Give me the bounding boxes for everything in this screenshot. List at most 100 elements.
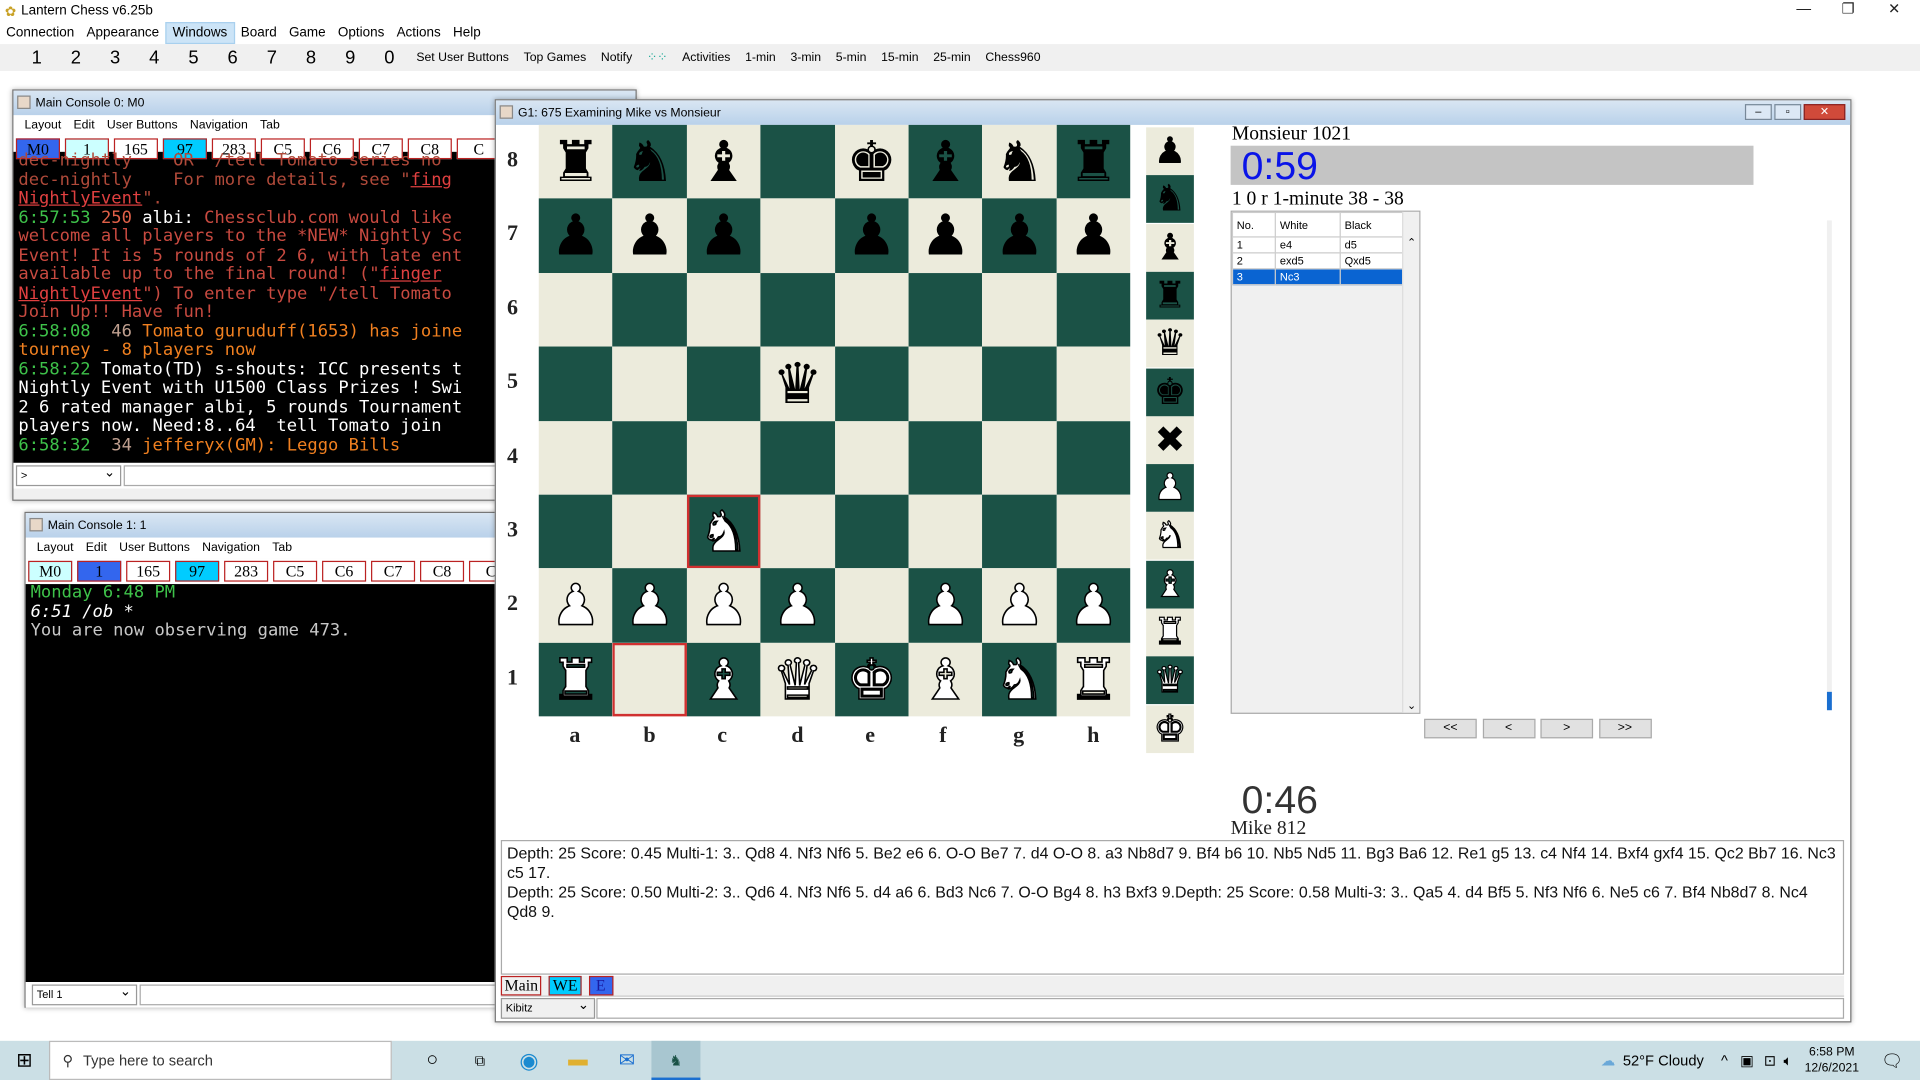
square-e5[interactable] (834, 346, 909, 421)
square-d1[interactable]: ♛ (760, 642, 835, 717)
palette-p[interactable]: ♟ (1146, 127, 1194, 176)
column-header[interactable]: Black (1339, 211, 1404, 238)
console-menu-user-buttons[interactable]: User Buttons (113, 541, 196, 554)
menu-actions[interactable]: Actions (390, 23, 446, 43)
console-menu-user-buttons[interactable]: User Buttons (101, 119, 184, 132)
black-piece-icon[interactable]: ♟ (698, 203, 749, 269)
black-piece-icon[interactable]: ♟ (994, 203, 1045, 269)
square-b3[interactable] (612, 494, 687, 569)
console-tab[interactable]: C8 (420, 560, 465, 582)
console-menu-navigation[interactable]: Navigation (184, 119, 254, 132)
square-a1[interactable]: ♜ (538, 642, 613, 717)
meet-now-icon[interactable]: ▣ (1740, 1052, 1754, 1069)
square-f7[interactable]: ♟ (908, 198, 983, 273)
white-piece-icon[interactable]: ♝ (698, 645, 750, 713)
cortana-icon[interactable]: ○ (409, 1049, 456, 1071)
last-move-button[interactable]: >> (1598, 718, 1652, 739)
square-b1[interactable] (612, 642, 687, 717)
menu-appearance[interactable]: Appearance (80, 23, 165, 43)
square-a6[interactable] (538, 272, 613, 347)
console-tab[interactable]: C5 (273, 560, 318, 582)
move-cell[interactable]: 3 (1231, 268, 1277, 286)
square-g3[interactable] (982, 494, 1057, 569)
square-e1[interactable]: ♚ (834, 642, 909, 717)
square-e7[interactable]: ♟ (834, 198, 909, 273)
palette-Q[interactable]: ♛ (1146, 656, 1194, 705)
square-g4[interactable] (982, 420, 1057, 495)
console-tab[interactable]: C7 (371, 560, 416, 582)
console-link[interactable]: NightlyEvent (18, 283, 142, 303)
palette-k[interactable]: ♚ (1146, 367, 1194, 416)
move-cell[interactable]: Qxd5 (1339, 252, 1404, 270)
console-menu-navigation[interactable]: Navigation (196, 541, 266, 554)
square-d2[interactable]: ♟ (760, 568, 835, 643)
console-link[interactable]: NightlyEvent (18, 189, 142, 209)
windows-start-icon[interactable]: ⊞ (0, 1048, 49, 1072)
move-list-scrollbar[interactable]: ⌃ ⌄ (1402, 211, 1420, 713)
column-header[interactable]: White (1274, 211, 1341, 238)
square-e8[interactable]: ♚ (834, 124, 909, 199)
square-c2[interactable]: ♟ (686, 568, 761, 643)
white-piece-icon[interactable]: ♝ (919, 645, 971, 713)
palette-K[interactable]: ♚ (1146, 704, 1194, 753)
black-piece-icon[interactable]: ♝ (698, 129, 749, 195)
kibitz-input[interactable] (596, 997, 1845, 1019)
white-piece-icon[interactable]: ♞ (993, 645, 1045, 713)
square-h8[interactable]: ♜ (1056, 124, 1131, 199)
console-menu-layout[interactable]: Layout (31, 541, 80, 554)
square-a2[interactable]: ♟ (538, 568, 613, 643)
black-piece-icon[interactable]: ♟ (1068, 203, 1119, 269)
first-move-button[interactable]: << (1424, 718, 1477, 739)
volume-icon[interactable]: 🔈︎ (1784, 1051, 1793, 1069)
console-tab[interactable]: 1 (77, 560, 122, 582)
move-cell[interactable]: 1 (1231, 236, 1277, 254)
square-g8[interactable]: ♞ (982, 124, 1057, 199)
square-c6[interactable] (686, 272, 761, 347)
square-h5[interactable] (1056, 346, 1131, 421)
user-button-0[interactable]: 0 (370, 47, 409, 68)
move-list[interactable]: No. White Black 1 e4 d5 2 exd5 Qxd5 3 Nc3 ⌃ ⌄ (1230, 210, 1421, 714)
square-g6[interactable] (982, 272, 1057, 347)
mail-icon[interactable]: ✉ (602, 1048, 651, 1072)
scroll-down-icon[interactable]: ⌄ (1407, 699, 1416, 712)
taskbar-search[interactable]: ⚲ Type here to search (48, 1040, 392, 1080)
console-menu-edit[interactable]: Edit (67, 119, 100, 132)
maximize-button[interactable]: ❐ (1842, 0, 1855, 17)
user-button-7[interactable]: 7 (252, 47, 291, 68)
square-h2[interactable]: ♟ (1056, 568, 1131, 643)
lantern-chess-taskbar-icon[interactable]: ♞ (651, 1040, 701, 1080)
square-f1[interactable]: ♝ (908, 642, 983, 717)
game-close-button[interactable]: ✕ (1803, 104, 1846, 121)
notifications-icon[interactable]: 🗨︎ (1881, 1050, 1903, 1071)
move-cell[interactable]: exd5 (1274, 252, 1341, 270)
square-f4[interactable] (908, 420, 983, 495)
console-tab[interactable]: M0 (28, 560, 73, 582)
menu-board[interactable]: Board (235, 23, 283, 43)
square-c8[interactable]: ♝ (686, 124, 761, 199)
black-piece-icon[interactable]: ♜ (1068, 129, 1119, 195)
square-g1[interactable]: ♞ (982, 642, 1057, 717)
move-cell[interactable]: e4 (1274, 236, 1341, 254)
user-button-1[interactable]: 1 (17, 47, 56, 68)
square-d6[interactable] (760, 272, 835, 347)
minimize-button[interactable]: — (1796, 0, 1811, 17)
white-piece-icon[interactable]: ♜ (1067, 645, 1119, 713)
palette-R[interactable]: ♜ (1146, 608, 1194, 657)
game-console-tab[interactable]: WE (549, 975, 582, 996)
clock[interactable]: 6:58 PM 12/6/2021 (1805, 1044, 1859, 1076)
square-d4[interactable] (760, 420, 835, 495)
game-console-tab[interactable]: E (588, 975, 614, 996)
menu-game[interactable]: Game (283, 23, 332, 43)
square-f6[interactable] (908, 272, 983, 347)
move-cell[interactable]: Nc3 (1274, 268, 1341, 286)
menu-options[interactable]: Options (332, 23, 391, 43)
close-button[interactable]: ✕ (1888, 0, 1900, 17)
square-a7[interactable]: ♟ (538, 198, 613, 273)
white-piece-icon[interactable]: ♟ (624, 572, 676, 640)
black-piece-icon[interactable]: ♝ (920, 129, 971, 195)
square-c1[interactable]: ♝ (686, 642, 761, 717)
toolbar-button[interactable]: Activities (675, 51, 738, 64)
toolbar-button[interactable]: 3-min (783, 51, 828, 64)
user-button-8[interactable]: 8 (291, 47, 330, 68)
palette-n[interactable]: ♞ (1146, 175, 1194, 224)
